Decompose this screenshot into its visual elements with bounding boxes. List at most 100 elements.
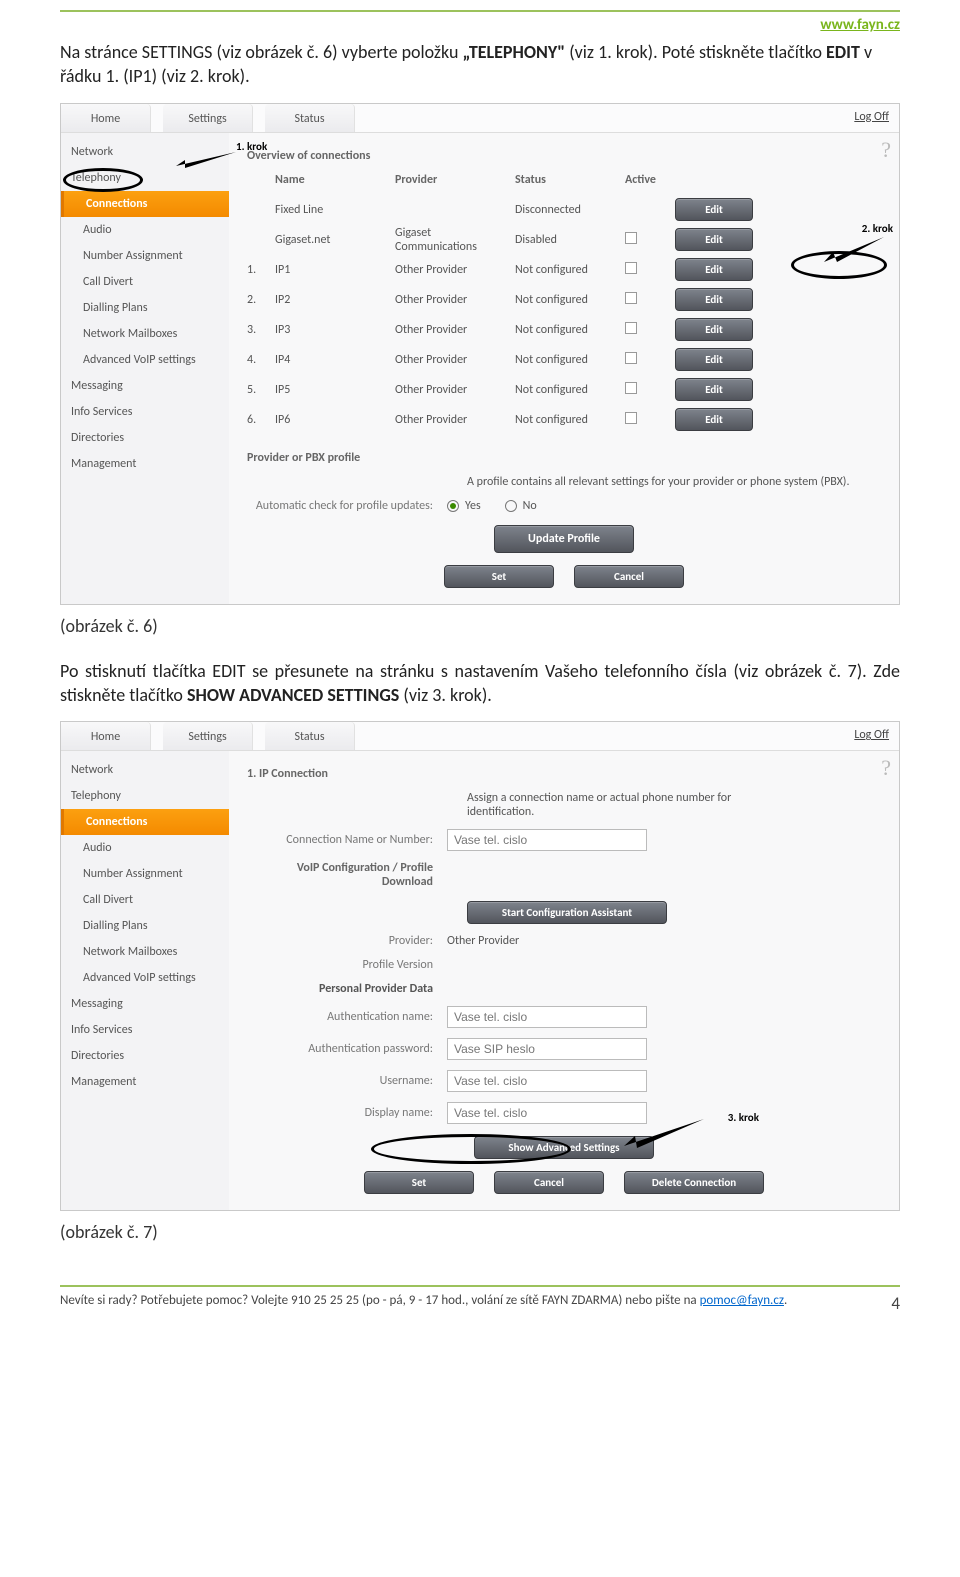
- logoff-link[interactable]: Log Off: [854, 728, 889, 742]
- profile-note: A profile contains all relevant settings…: [467, 475, 881, 489]
- auth-name-label: Authentication name:: [247, 1010, 447, 1024]
- sidebar-item-dialling-plans[interactable]: Dialling Plans: [61, 295, 229, 321]
- sidebar: NetworkTelephonyConnectionsAudioNumber A…: [61, 133, 229, 604]
- edit-button[interactable]: Edit: [675, 348, 753, 371]
- sidebar-item-directories[interactable]: Directories: [61, 1043, 229, 1069]
- auth-name-input[interactable]: [447, 1006, 647, 1028]
- caption-6: (obrázek č. 6): [60, 615, 900, 637]
- sidebar-item-management[interactable]: Management: [61, 451, 229, 477]
- help-icon[interactable]: ?: [881, 137, 891, 163]
- sidebar-item-dialling-plans[interactable]: Dialling Plans: [61, 913, 229, 939]
- sidebar-item-call-divert[interactable]: Call Divert: [61, 269, 229, 295]
- active-checkbox[interactable]: [625, 262, 637, 274]
- edit-button[interactable]: Edit: [675, 408, 753, 431]
- sidebar-item-network[interactable]: Network: [61, 757, 229, 783]
- sidebar-item-network[interactable]: Network: [61, 139, 229, 165]
- content-area: ? Overview of connections Name Provider …: [229, 133, 899, 604]
- header-url[interactable]: www.fayn.cz: [0, 16, 900, 34]
- content-area: ? 1. IP Connection Assign a connection n…: [229, 751, 899, 1210]
- active-checkbox[interactable]: [625, 232, 637, 244]
- active-checkbox[interactable]: [625, 322, 637, 334]
- auth-pass-input[interactable]: [447, 1038, 647, 1060]
- sidebar-item-connections[interactable]: Connections: [61, 191, 229, 217]
- sidebar-item-telephony[interactable]: Telephony: [61, 783, 229, 809]
- tab-home[interactable]: Home: [61, 722, 151, 750]
- update-profile-button[interactable]: Update Profile: [494, 525, 634, 553]
- tab-status[interactable]: Status: [265, 104, 355, 132]
- assign-note: Assign a connection name or actual phone…: [467, 791, 787, 819]
- edit-button[interactable]: Edit: [675, 318, 753, 341]
- page-number: 4: [891, 1293, 900, 1314]
- sidebar-item-telephony[interactable]: Telephony: [61, 165, 229, 191]
- sidebar-item-network-mailboxes[interactable]: Network Mailboxes: [61, 321, 229, 347]
- sidebar-item-advanced-voip-settings[interactable]: Advanced VoIP settings: [61, 347, 229, 373]
- tab-settings[interactable]: Settings: [163, 104, 253, 132]
- cancel-button[interactable]: Cancel: [494, 1171, 604, 1194]
- table-row: Gigaset.netGigaset CommunicationsDisable…: [247, 225, 881, 255]
- tab-status[interactable]: Status: [265, 722, 355, 750]
- col-name: Name: [275, 173, 395, 187]
- edit-button[interactable]: Edit: [675, 378, 753, 401]
- table-row: 4.IP4Other ProviderNot configuredEdit: [247, 345, 881, 375]
- set-button[interactable]: Set: [444, 565, 554, 588]
- tab-home[interactable]: Home: [61, 104, 151, 132]
- step1-label: 1. krok: [236, 140, 267, 153]
- sidebar-item-management[interactable]: Management: [61, 1069, 229, 1095]
- active-checkbox[interactable]: [625, 292, 637, 304]
- edit-button[interactable]: Edit: [675, 198, 753, 221]
- edit-button[interactable]: Edit: [675, 228, 753, 251]
- col-active: Active: [625, 173, 675, 187]
- delete-connection-button[interactable]: Delete Connection: [624, 1171, 764, 1194]
- step3-label: 3. krok: [728, 1111, 759, 1124]
- sidebar-item-messaging[interactable]: Messaging: [61, 373, 229, 399]
- start-config-button[interactable]: Start Configuration Assistant: [467, 901, 667, 924]
- provider-value: Other Provider: [447, 934, 519, 948]
- help-icon[interactable]: ?: [881, 755, 891, 781]
- set-button[interactable]: Set: [364, 1171, 474, 1194]
- edit-button[interactable]: Edit: [675, 288, 753, 311]
- active-checkbox[interactable]: [625, 352, 637, 364]
- page-footer: Nevíte si rady? Potřebujete pomoc? Volej…: [0, 1287, 960, 1334]
- step2-label: 2. krok: [862, 222, 893, 235]
- tab-settings[interactable]: Settings: [163, 722, 253, 750]
- conn-name-input[interactable]: [447, 829, 647, 851]
- radio-no[interactable]: [505, 500, 517, 512]
- sidebar-item-messaging[interactable]: Messaging: [61, 991, 229, 1017]
- edit-button[interactable]: Edit: [675, 258, 753, 281]
- sidebar-item-directories[interactable]: Directories: [61, 425, 229, 451]
- table-row: Fixed LineDisconnectedEdit: [247, 195, 881, 225]
- ip-connection-title: 1. IP Connection: [247, 767, 881, 781]
- display-name-input[interactable]: [447, 1102, 647, 1124]
- col-status: Status: [515, 173, 625, 187]
- footer-mail-link[interactable]: pomoc@fayn.cz: [700, 1293, 784, 1308]
- tab-bar: Home Settings Status Log Off: [61, 722, 899, 751]
- sidebar-item-audio[interactable]: Audio: [61, 835, 229, 861]
- sidebar-item-info-services[interactable]: Info Services: [61, 1017, 229, 1043]
- table-row: 2.IP2Other ProviderNot configuredEdit: [247, 285, 881, 315]
- cancel-button[interactable]: Cancel: [574, 565, 684, 588]
- active-checkbox[interactable]: [625, 412, 637, 424]
- personal-data-header: Personal Provider Data: [247, 982, 447, 996]
- sidebar-item-advanced-voip-settings[interactable]: Advanced VoIP settings: [61, 965, 229, 991]
- caption-7: (obrázek č. 7): [60, 1221, 900, 1243]
- active-checkbox[interactable]: [625, 382, 637, 394]
- tab-bar: Home Settings Status Log Off: [61, 104, 899, 133]
- table-row: 5.IP5Other ProviderNot configuredEdit: [247, 375, 881, 405]
- radio-yes[interactable]: [447, 500, 459, 512]
- table-row: 3.IP3Other ProviderNot configuredEdit: [247, 315, 881, 345]
- sidebar-item-number-assignment[interactable]: Number Assignment: [61, 861, 229, 887]
- username-input[interactable]: [447, 1070, 647, 1092]
- username-label: Username:: [247, 1074, 447, 1088]
- sidebar-item-audio[interactable]: Audio: [61, 217, 229, 243]
- show-advanced-button[interactable]: Show Advanced Settings: [474, 1136, 654, 1159]
- sidebar-item-call-divert[interactable]: Call Divert: [61, 887, 229, 913]
- conn-name-label: Connection Name or Number:: [247, 833, 447, 847]
- logoff-link[interactable]: Log Off: [854, 110, 889, 124]
- auth-pass-label: Authentication password:: [247, 1042, 447, 1056]
- sidebar-item-number-assignment[interactable]: Number Assignment: [61, 243, 229, 269]
- sidebar-item-network-mailboxes[interactable]: Network Mailboxes: [61, 939, 229, 965]
- sidebar-item-info-services[interactable]: Info Services: [61, 399, 229, 425]
- autocheck-label: Automatic check for profile updates:: [247, 499, 447, 513]
- sidebar-item-connections[interactable]: Connections: [61, 809, 229, 835]
- voip-config-header: VoIP Configuration / Profile Download: [247, 861, 447, 889]
